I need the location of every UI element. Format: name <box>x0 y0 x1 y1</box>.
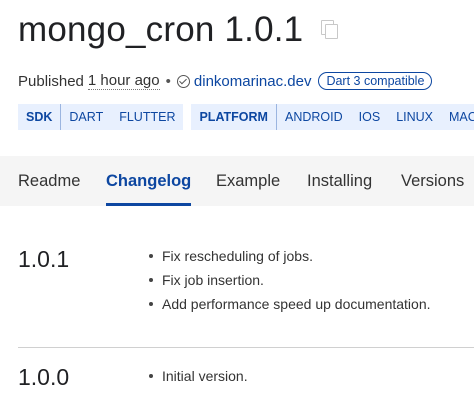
platform-tag-ios[interactable]: IOS <box>351 104 389 130</box>
changelog-divider <box>18 347 474 348</box>
sdk-tag-label[interactable]: SDK <box>18 104 62 130</box>
tab-example[interactable]: Example <box>216 156 280 206</box>
package-title: mongo_cron 1.0.1 <box>18 10 304 49</box>
platform-tag-label[interactable]: PLATFORM <box>191 104 277 130</box>
platform-tag-group: PLATFORM ANDROID IOS LINUX MACOS <box>191 104 474 130</box>
copy-icon[interactable] <box>321 20 339 40</box>
verified-publisher-icon <box>176 74 190 88</box>
copy-icon-front <box>325 24 339 39</box>
dart3-compatible-badge[interactable]: Dart 3 compatible <box>318 72 433 90</box>
change-item: Add performance speed up documentation. <box>146 292 431 316</box>
published-time: 1 hour ago <box>87 72 160 90</box>
tab-readme[interactable]: Readme <box>18 156 80 206</box>
change-item: Fix job insertion. <box>146 268 431 292</box>
published-label: Published <box>18 72 84 90</box>
sdk-tag-flutter[interactable]: FLUTTER <box>111 104 183 130</box>
platform-tag-android[interactable]: ANDROID <box>277 104 351 130</box>
platform-tag-linux[interactable]: LINUX <box>388 104 441 130</box>
change-list: Fix rescheduling of jobs. Fix job insert… <box>146 244 431 316</box>
tags-row: SDK DART FLUTTER PLATFORM ANDROID IOS LI… <box>18 104 474 130</box>
version-number: 1.0.1 <box>18 246 70 272</box>
tab-versions[interactable]: Versions <box>401 156 464 206</box>
publisher-link[interactable]: dinkomarinac.dev <box>194 73 312 90</box>
package-page: mongo_cron 1.0.1 Published 1 hour ago • … <box>0 0 474 418</box>
tab-changelog[interactable]: Changelog <box>106 156 192 206</box>
meta-row: Published 1 hour ago • dinkomarinac.dev … <box>18 72 433 90</box>
sdk-tag-group: SDK DART FLUTTER <box>18 104 184 130</box>
change-item: Initial version. <box>146 364 248 388</box>
version-number: 1.0.0 <box>18 364 70 390</box>
platform-tag-macos[interactable]: MACOS <box>441 104 474 130</box>
sdk-tag-dart[interactable]: DART <box>61 104 111 130</box>
change-item: Fix rescheduling of jobs. <box>146 244 431 268</box>
change-list: Initial version. <box>146 364 248 388</box>
title-row: mongo_cron 1.0.1 <box>18 10 339 50</box>
meta-separator: • <box>165 72 171 90</box>
tabs-bar: Readme Changelog Example Installing Vers… <box>0 156 474 206</box>
tab-installing[interactable]: Installing <box>307 156 372 206</box>
